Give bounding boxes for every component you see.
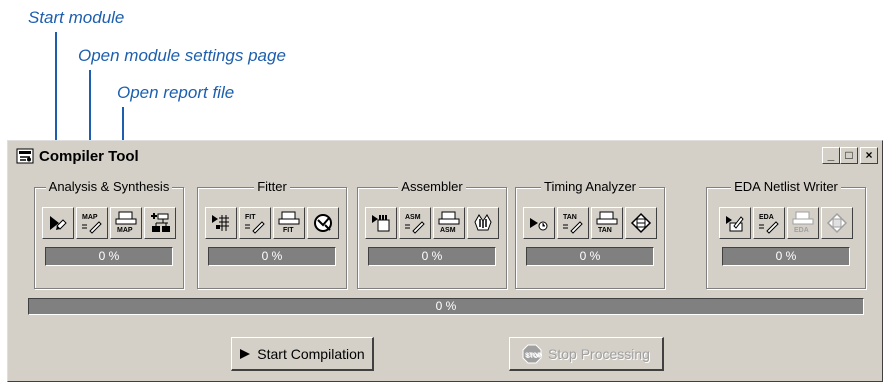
module-title: Timing Analyzer (541, 179, 639, 194)
module-panel-eda-netlist-writer: EDA Netlist Writer EDA EDA 0 % (706, 177, 866, 289)
start-compilation-button[interactable]: Start Compilation (231, 337, 374, 371)
module-settings-button[interactable]: TAN (557, 207, 589, 239)
programmer-icon (474, 214, 492, 231)
tan-report-icon: TAN (596, 211, 618, 234)
module-progress-bar: 0 % (208, 247, 336, 266)
minimize-button[interactable]: _ (822, 147, 840, 164)
report-file-button[interactable]: EDA (787, 207, 819, 239)
map-settings-icon: MAP (82, 214, 102, 234)
map-report-icon: MAP (115, 211, 137, 234)
eda-chip-icon (826, 212, 848, 234)
start-module-icon (50, 216, 67, 230)
svg-text:TAN: TAN (563, 214, 577, 221)
svg-text:FIT: FIT (245, 214, 256, 221)
start-module-button[interactable] (42, 207, 74, 239)
title-bar[interactable]: Compiler Tool _ □ × (10, 143, 880, 169)
start-compilation-label: Start Compilation (257, 345, 365, 362)
start-module-icon (212, 215, 229, 231)
svg-text:EDA: EDA (794, 227, 809, 234)
timing-chip-button[interactable] (625, 207, 657, 239)
svg-text:STOP: STOP (525, 353, 541, 359)
svg-text:ASM: ASM (405, 214, 421, 221)
svg-text:MAP: MAP (82, 214, 98, 221)
start-module-button[interactable] (719, 207, 751, 239)
report-file-button[interactable]: TAN (591, 207, 623, 239)
floorplan-button[interactable] (307, 207, 339, 239)
svg-text:FIT: FIT (283, 227, 294, 234)
annotation-open-settings: Open module settings page (78, 46, 286, 65)
tan-settings-icon: TAN (563, 214, 583, 234)
start-module-button[interactable] (523, 207, 555, 239)
overall-progress-bar: 0 % (28, 298, 864, 315)
timing-chip-icon (630, 212, 652, 234)
start-module-icon (530, 218, 548, 231)
svg-text:EDA: EDA (759, 214, 774, 221)
start-module-icon (726, 216, 744, 232)
module-title: Analysis & Synthesis (45, 179, 173, 194)
module-settings-button[interactable]: EDA (753, 207, 785, 239)
module-progress-bar: 0 % (45, 247, 173, 266)
module-progress-bar: 0 % (368, 247, 496, 266)
fit-report-icon: FIT (278, 211, 300, 234)
svg-text:ASM: ASM (440, 227, 456, 234)
maximize-button[interactable]: □ (840, 147, 858, 164)
netlist-viewer-icon (151, 213, 170, 232)
stop-processing-label: Stop Processing (548, 345, 650, 362)
module-settings-button[interactable]: MAP (76, 207, 108, 239)
module-settings-button[interactable]: FIT (239, 207, 271, 239)
report-file-button[interactable]: ASM (433, 207, 465, 239)
start-module-button[interactable] (205, 207, 237, 239)
report-file-button[interactable]: FIT (273, 207, 305, 239)
play-icon (240, 348, 251, 359)
module-settings-button[interactable]: ASM (399, 207, 431, 239)
module-panel-analysis-synthesis: Analysis & Synthesis MAP MAP 0 % (34, 177, 184, 289)
module-progress-bar: 0 % (526, 247, 654, 266)
close-button[interactable]: × (860, 147, 878, 164)
asm-settings-icon: ASM (405, 214, 425, 234)
svg-text:TAN: TAN (598, 227, 612, 234)
eda-report-icon: EDA (792, 211, 814, 234)
module-title: Assembler (398, 179, 466, 194)
asm-report-icon: ASM (438, 211, 460, 234)
svg-text:MAP: MAP (117, 227, 133, 234)
eda-settings-icon: EDA (759, 214, 779, 234)
eda-chip-button[interactable] (821, 207, 853, 239)
module-panel-fitter: Fitter FIT FIT 0 % (197, 177, 347, 289)
fit-settings-icon: FIT (245, 214, 265, 234)
module-title: EDA Netlist Writer (731, 179, 841, 194)
floorplan-icon (314, 214, 332, 232)
module-panel-timing-analyzer: Timing Analyzer TAN TAN 0 % (515, 177, 665, 289)
window-title: Compiler Tool (39, 147, 139, 165)
module-progress-bar: 0 % (722, 247, 850, 266)
module-title: Fitter (254, 179, 290, 194)
stop-sign-icon: STOP (522, 344, 542, 363)
report-file-button[interactable]: MAP (110, 207, 142, 239)
stop-processing-button[interactable]: STOP Stop Processing (509, 337, 664, 371)
compiler-app-icon (16, 148, 34, 164)
start-module-icon (372, 215, 390, 232)
compiler-tool-window: Compiler Tool _ □ × Analysis & Synthesis… (7, 140, 883, 382)
module-panel-assembler: Assembler ASM ASM 0 % (357, 177, 507, 289)
programmer-button[interactable] (467, 207, 499, 239)
start-module-button[interactable] (365, 207, 397, 239)
netlist-viewer-button[interactable] (144, 207, 176, 239)
annotation-open-report: Open report file (117, 83, 235, 102)
annotation-start-module: Start module (28, 8, 125, 27)
